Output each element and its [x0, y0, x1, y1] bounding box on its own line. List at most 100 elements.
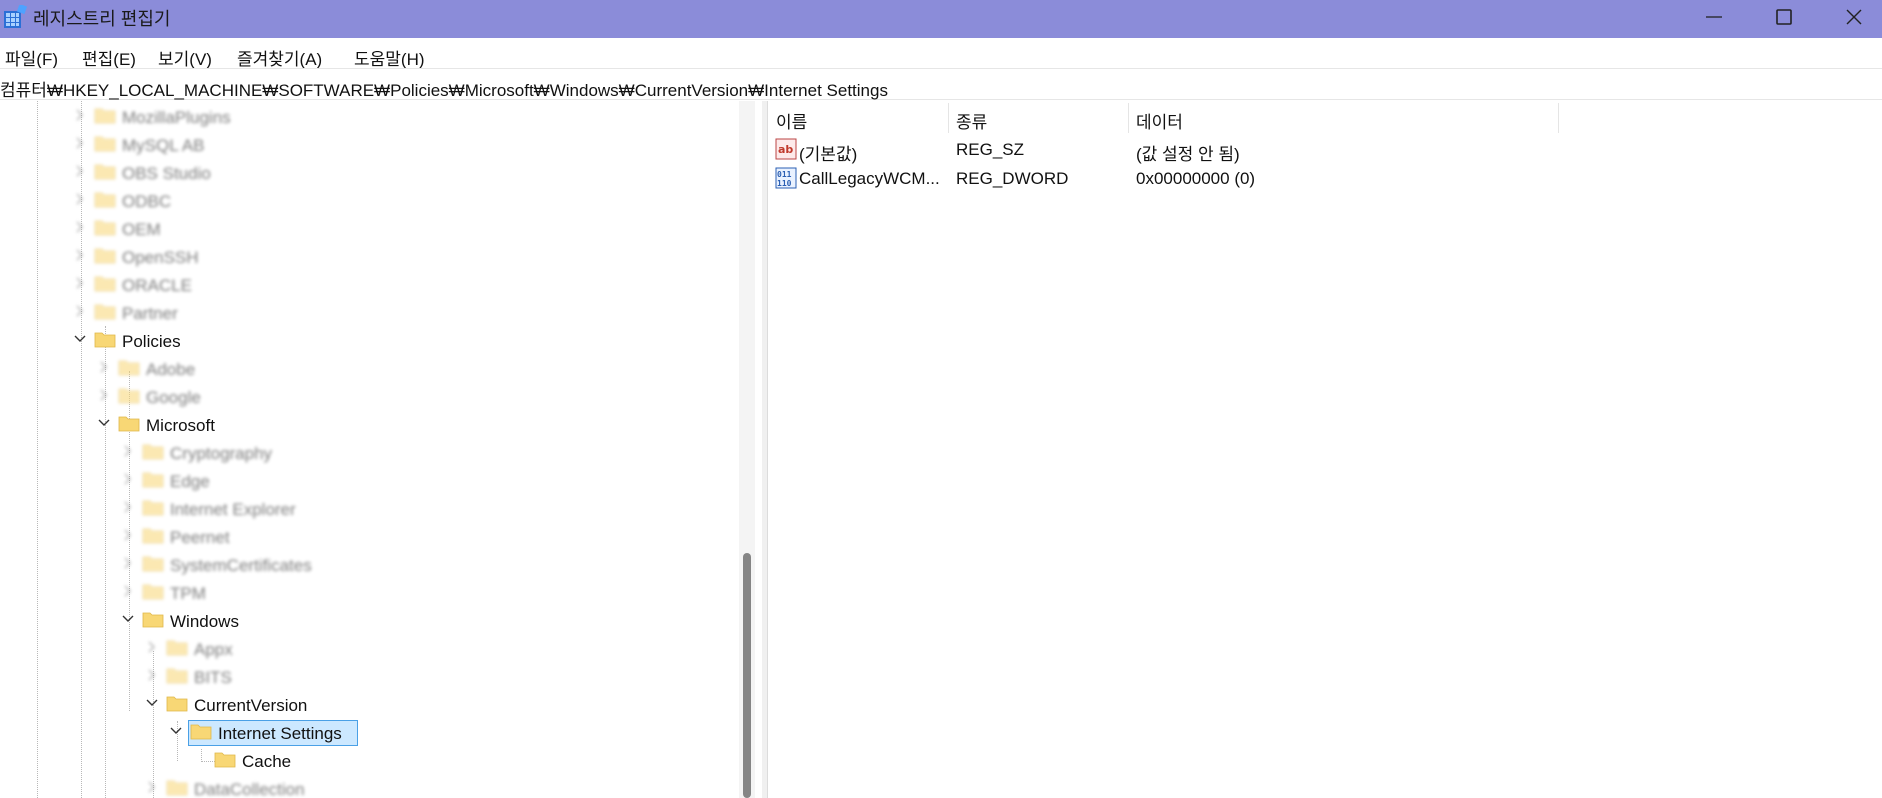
tree-scrollbar[interactable] — [739, 101, 755, 798]
close-button[interactable] — [1820, 0, 1882, 34]
tree-node[interactable]: ORACLE — [72, 272, 272, 298]
folder-icon — [166, 780, 188, 796]
tree-node-policies[interactable]: Policies — [72, 328, 272, 354]
tree-node-microsoft[interactable]: Microsoft — [96, 412, 296, 438]
column-header-type[interactable]: 종류 — [948, 101, 1128, 133]
menu-bar: 파일(F) 편집(E) 보기(V) 즐겨찾기(A) 도움말(H) — [0, 38, 1882, 70]
tree-node[interactable]: TPM — [120, 580, 360, 606]
chevron-right-icon[interactable] — [120, 443, 136, 459]
tree-node[interactable]: OpenSSH — [72, 244, 272, 270]
folder-icon — [94, 304, 116, 320]
tree-node[interactable]: BITS — [144, 664, 344, 690]
tree-node[interactable]: OBS Studio — [72, 160, 272, 186]
maximize-icon — [1776, 9, 1792, 25]
folder-icon — [94, 192, 116, 208]
tree-node[interactable]: Internet Explorer — [120, 496, 360, 522]
chevron-right-icon[interactable] — [144, 779, 160, 795]
tree-node-label: ODBC — [122, 192, 172, 211]
chevron-right-icon[interactable] — [120, 499, 136, 515]
tree-node-label: OEM — [122, 220, 161, 239]
tree-node-windows[interactable]: Windows — [120, 608, 320, 634]
chevron-down-icon[interactable] — [120, 611, 136, 627]
tree-node[interactable]: Partner — [72, 300, 272, 326]
tree-node[interactable]: Adobe — [96, 356, 296, 382]
chevron-down-icon[interactable] — [96, 415, 112, 431]
tree-node-label: DataCollection — [194, 780, 305, 798]
column-header-label: 이름 — [776, 113, 808, 132]
tree-node[interactable]: Peernet — [120, 524, 360, 550]
tree-node-label: MozillaPlugins — [122, 108, 231, 127]
tree-node-label: Adobe — [146, 360, 196, 379]
folder-icon — [118, 416, 140, 432]
value-row[interactable]: ab (기본값) REG_SZ (값 설정 안 됨) — [768, 135, 1882, 164]
tree-node[interactable]: SystemCertificates — [120, 552, 360, 578]
chevron-right-icon[interactable] — [72, 191, 88, 207]
chevron-right-icon[interactable] — [144, 667, 160, 683]
maximize-button[interactable] — [1750, 0, 1818, 34]
key-tree[interactable]: MozillaPlugins MySQL AB OBS Studio ODBC … — [0, 101, 762, 798]
tree-node-label: Cryptography — [170, 444, 273, 463]
chevron-down-icon[interactable] — [72, 331, 88, 347]
minimize-button[interactable] — [1680, 0, 1748, 34]
menu-view[interactable]: 보기(V) — [158, 45, 212, 70]
value-type: REG_DWORD — [956, 169, 1069, 188]
chevron-right-icon[interactable] — [96, 359, 112, 375]
chevron-down-icon[interactable] — [144, 695, 160, 711]
value-name: CallLegacyWCM... — [799, 169, 940, 188]
registry-editor-icon — [4, 5, 27, 28]
column-header-name[interactable]: 이름 — [768, 101, 948, 133]
chevron-right-icon[interactable] — [72, 303, 88, 319]
chevron-right-icon[interactable] — [96, 387, 112, 403]
chevron-down-icon[interactable] — [168, 723, 184, 739]
address-bar[interactable]: 컴퓨터₩HKEY_LOCAL_MACHINE₩SOFTWARE₩Policies… — [0, 68, 1882, 100]
tree-node-internet-settings[interactable]: Internet Settings — [168, 720, 368, 746]
chevron-right-icon[interactable] — [120, 583, 136, 599]
value-type: REG_SZ — [956, 140, 1025, 159]
chevron-right-icon[interactable] — [120, 471, 136, 487]
svg-text:110: 110 — [777, 179, 792, 188]
tree-node[interactable]: DataCollection — [144, 776, 364, 798]
string-value-icon: ab — [775, 138, 797, 160]
chevron-right-icon[interactable] — [120, 555, 136, 571]
values-list[interactable]: 이름 종류 데이터 ab (기본값) REG_SZ (값 설정 안 됨) 011… — [767, 101, 1882, 798]
folder-open-icon — [190, 724, 212, 740]
svg-text:011: 011 — [777, 170, 792, 179]
scrollbar-thumb[interactable] — [743, 553, 751, 798]
menu-favorites[interactable]: 즐겨찾기(A) — [237, 45, 322, 70]
tree-node[interactable]: Edge — [120, 468, 360, 494]
value-name: (기본값) — [799, 145, 858, 164]
tree-node-label: Partner — [122, 304, 178, 323]
value-data: 0x00000000 (0) — [1136, 169, 1256, 188]
menu-edit[interactable]: 편집(E) — [82, 45, 136, 70]
tree-node-label: Peernet — [170, 528, 230, 547]
tree-node-label: Windows — [170, 612, 239, 631]
chevron-right-icon[interactable] — [72, 135, 88, 151]
value-row[interactable]: 011 110 CallLegacyWCM... REG_DWORD 0x000… — [768, 164, 1882, 192]
folder-icon — [142, 556, 164, 572]
tree-node[interactable]: OEM — [72, 216, 272, 242]
address-path[interactable]: 컴퓨터₩HKEY_LOCAL_MACHINE₩SOFTWARE₩Policies… — [0, 76, 888, 101]
chevron-right-icon[interactable] — [72, 247, 88, 263]
menu-help[interactable]: 도움말(H) — [354, 45, 425, 70]
chevron-right-icon[interactable] — [144, 639, 160, 655]
column-header-data[interactable]: 데이터 — [1128, 101, 1558, 133]
chevron-right-icon[interactable] — [120, 527, 136, 543]
tree-node[interactable]: MySQL AB — [72, 132, 272, 158]
column-divider[interactable] — [1558, 103, 1559, 133]
tree-node[interactable]: Cryptography — [120, 440, 360, 466]
tree-node-currentversion[interactable]: CurrentVersion — [144, 692, 364, 718]
chevron-right-icon[interactable] — [72, 163, 88, 179]
tree-node[interactable]: MozillaPlugins — [72, 104, 272, 130]
tree-node-cache[interactable]: Cache — [192, 748, 392, 774]
folder-icon — [94, 332, 116, 348]
menu-file[interactable]: 파일(F) — [5, 45, 58, 70]
window-title: 레지스트리 편집기 — [33, 9, 171, 29]
chevron-right-icon[interactable] — [72, 275, 88, 291]
tree-node[interactable]: ODBC — [72, 188, 272, 214]
chevron-right-icon[interactable] — [72, 107, 88, 123]
tree-node[interactable]: Google — [96, 384, 296, 410]
folder-icon — [166, 668, 188, 684]
tree-node[interactable]: Appx — [144, 636, 344, 662]
chevron-right-icon[interactable] — [72, 219, 88, 235]
folder-icon — [94, 164, 116, 180]
